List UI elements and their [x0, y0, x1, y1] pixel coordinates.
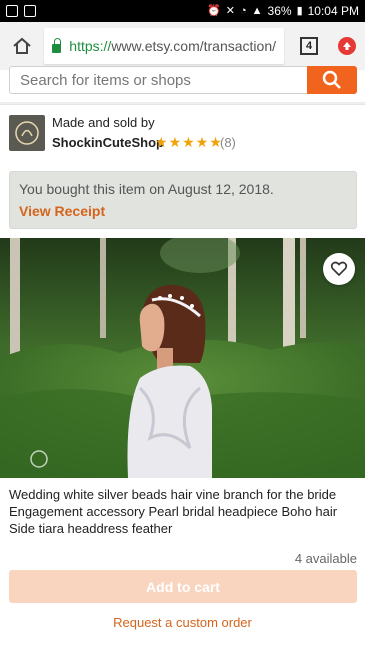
image-icon [24, 5, 36, 17]
url-scheme: https:// [69, 38, 112, 54]
browser-toolbar: https:// www.etsy.com/transaction/ 4 [0, 22, 365, 70]
url-path: www.etsy.com/transaction/ [111, 38, 276, 54]
shop-info: Made and sold by ShockinCuteShop ★ ★ ★ ★… [0, 104, 365, 162]
favorite-button[interactable] [323, 253, 355, 285]
star-rating: ★ ★ ★ ★ ★ [155, 135, 222, 149]
star-icon: ★ [182, 134, 195, 150]
clock: 10:04 PM [307, 4, 359, 18]
mute-icon: ✕ [225, 5, 235, 17]
receipt-area: You bought this item on August 12, 2018.… [0, 162, 365, 238]
home-icon [13, 37, 31, 54]
home-button[interactable] [6, 30, 38, 62]
screenshot-icon [6, 5, 18, 17]
request-custom-order-link[interactable]: Request a custom order [0, 615, 365, 630]
status-bar: ⏰ ✕ ◔ ▲ 36% ▮ 10:04 PM [0, 0, 365, 22]
review-count: (8) [220, 135, 236, 150]
made-by-label: Made and sold by [52, 115, 155, 130]
battery-level: 36% [267, 4, 292, 18]
tab-switcher-button[interactable]: 4 [300, 37, 318, 55]
signal-icon: ▲ [251, 5, 263, 17]
wifi-icon: ◔ [239, 5, 247, 17]
arrow-up-icon [343, 42, 351, 50]
alarm-icon: ⏰ [207, 5, 221, 17]
shop-logo-icon [15, 121, 39, 145]
purchase-date-text: You bought this item on August 12, 2018. [19, 181, 274, 197]
view-receipt-link[interactable]: View Receipt [19, 203, 347, 219]
status-left [6, 5, 36, 17]
shop-avatar[interactable] [9, 115, 45, 151]
lock-icon [52, 37, 62, 53]
star-icon: ★ [195, 134, 209, 150]
star-icon: ★ [168, 134, 182, 150]
purchase-notice: You bought this item on August 12, 2018.… [9, 171, 357, 229]
product-photo[interactable] [0, 238, 365, 478]
search-row: Search for items or shops [0, 66, 365, 102]
search-input[interactable]: Search for items or shops [9, 66, 309, 94]
heart-icon [330, 261, 348, 277]
add-to-cart-button[interactable]: Add to cart [9, 570, 357, 603]
availability-text: 4 available [294, 551, 357, 566]
status-right: ⏰ ✕ ◔ ▲ 36% ▮ 10:04 PM [207, 4, 359, 18]
star-icon: ★ [155, 134, 168, 150]
search-icon [322, 70, 341, 89]
update-menu-button[interactable] [338, 37, 356, 55]
address-bar[interactable]: https:// www.etsy.com/transaction/ [44, 28, 284, 64]
search-button[interactable] [307, 66, 357, 94]
product-photo-illustration [0, 238, 365, 478]
product-details: Wedding white silver beads hair vine bra… [0, 478, 365, 650]
shop-name-link[interactable]: ShockinCuteShop [52, 135, 164, 150]
battery-icon: ▮ [296, 5, 303, 17]
product-title: Wedding white silver beads hair vine bra… [9, 487, 338, 536]
